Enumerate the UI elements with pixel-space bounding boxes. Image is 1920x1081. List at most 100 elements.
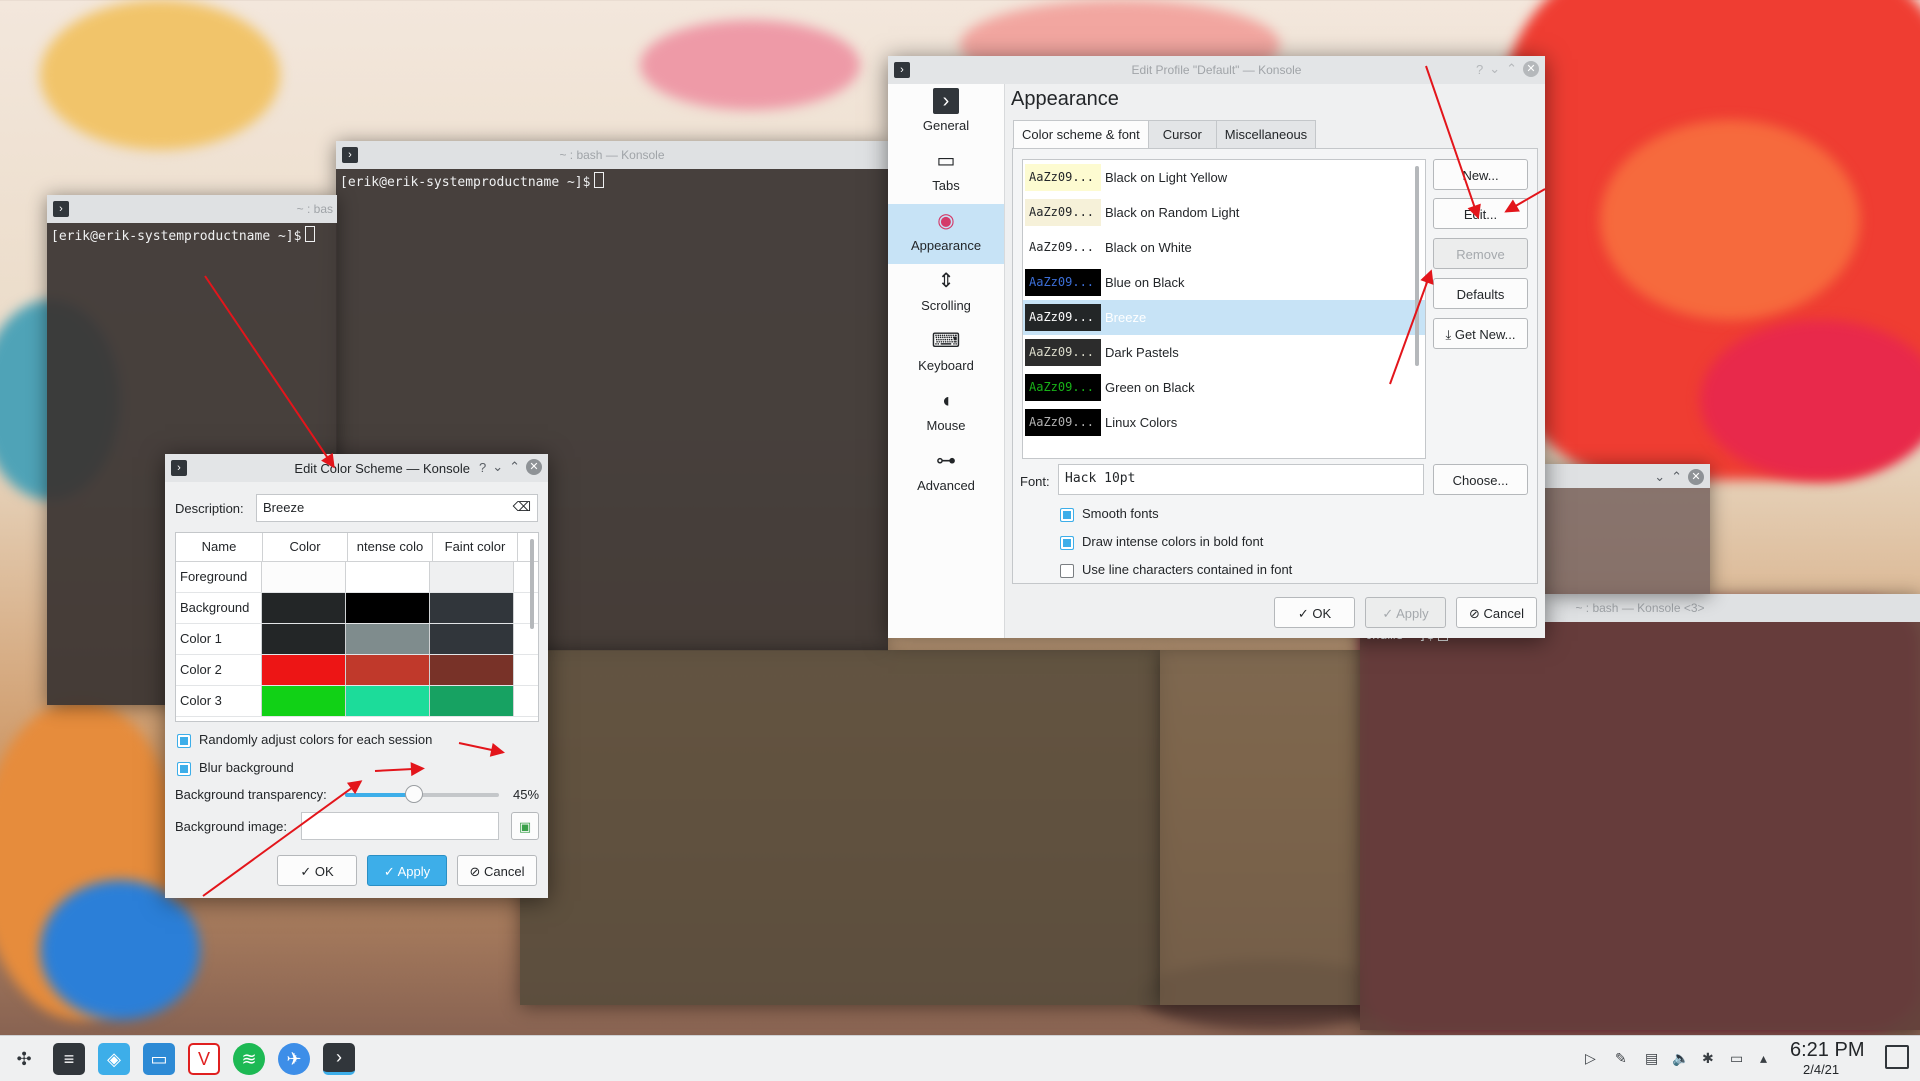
color-table[interactable]: Name Color ntense colo Faint color Foregrou… bbox=[175, 532, 539, 722]
maximize-icon[interactable]: ⌃ bbox=[509, 459, 520, 475]
terminal-output[interactable]: [erik@erik-systemproductname ~]$ bbox=[336, 169, 888, 193]
minimize-icon[interactable]: ⌄ bbox=[1654, 469, 1665, 485]
intense-color-swatch[interactable] bbox=[346, 562, 430, 592]
sidebar-item-keyboard[interactable]: ⌨ Keyboard bbox=[888, 324, 1004, 384]
scheme-list-item[interactable]: AaZz09... Dark Pastels bbox=[1023, 335, 1425, 370]
faint-color-swatch[interactable] bbox=[430, 624, 514, 654]
color-swatch[interactable] bbox=[262, 593, 346, 623]
scheme-list-item[interactable]: AaZz09... Green on Black bbox=[1023, 370, 1425, 405]
network-icon[interactable]: ▭ bbox=[1730, 1050, 1743, 1067]
column-header[interactable]: Name bbox=[176, 533, 263, 561]
browser-icon[interactable]: ✈ bbox=[278, 1043, 310, 1075]
intense-color-swatch[interactable] bbox=[346, 593, 430, 623]
ok-button[interactable]: ✓ OK bbox=[277, 855, 357, 886]
maximize-icon[interactable]: ⌃ bbox=[1506, 61, 1517, 77]
scheme-list-item[interactable]: AaZz09... Breeze bbox=[1023, 300, 1425, 335]
remove-scheme-button[interactable]: Remove bbox=[1433, 238, 1528, 269]
choose-image-button[interactable]: ▣ bbox=[511, 812, 539, 840]
clock-time[interactable]: 6:21 PM bbox=[1790, 1039, 1864, 1062]
close-icon[interactable]: ✕ bbox=[1523, 61, 1539, 77]
background-image-input[interactable] bbox=[301, 812, 499, 840]
minimize-icon[interactable]: ⌄ bbox=[1489, 61, 1500, 77]
color-swatch[interactable] bbox=[262, 686, 346, 716]
vivaldi-icon[interactable]: V bbox=[188, 1043, 220, 1075]
description-input[interactable]: Breeze ⌫ bbox=[256, 494, 538, 522]
table-row[interactable]: Foreground bbox=[176, 562, 538, 593]
column-header[interactable]: Color bbox=[263, 533, 348, 561]
intense-color-swatch[interactable] bbox=[346, 686, 430, 716]
terminal-output[interactable]: [erik@erik-systemproductname ~]$ bbox=[47, 223, 337, 247]
random-colors-checkbox[interactable] bbox=[177, 734, 191, 748]
help-icon[interactable]: ? bbox=[1476, 62, 1483, 77]
tray-expand-icon[interactable]: ▴ bbox=[1760, 1050, 1767, 1067]
sidebar-item-mouse[interactable]: ◖ Mouse bbox=[888, 384, 1004, 444]
dialog-title-bar[interactable]: › Edit Color Scheme — Konsole ? ⌄ ⌃ ✕ bbox=[165, 454, 548, 482]
table-row[interactable]: Color 3 bbox=[176, 686, 538, 717]
ok-button[interactable]: ✓ OK bbox=[1274, 597, 1355, 628]
color-scheme-list[interactable]: AaZz09... Black on Light Yellow AaZz09... B… bbox=[1022, 159, 1426, 459]
close-icon[interactable]: ✕ bbox=[526, 459, 542, 475]
faint-color-swatch[interactable] bbox=[430, 686, 514, 716]
volume-icon[interactable]: 🔈 bbox=[1672, 1050, 1689, 1067]
cancel-button[interactable]: ⊘ Cancel bbox=[457, 855, 537, 886]
get-new-button[interactable]: ⤓ Get New... bbox=[1433, 318, 1528, 349]
konsole-taskbar-icon[interactable]: › bbox=[323, 1043, 355, 1075]
help-icon[interactable]: ? bbox=[479, 460, 486, 475]
choose-font-button[interactable]: Choose... bbox=[1433, 464, 1528, 495]
tab-color-scheme[interactable]: Color scheme & font bbox=[1013, 120, 1149, 149]
scheme-list-item[interactable]: AaZz09... Black on White bbox=[1023, 230, 1425, 265]
title-bar[interactable]: › ~ : bash — Konsole bbox=[336, 141, 888, 169]
intense-color-swatch[interactable] bbox=[346, 655, 430, 685]
new-scheme-button[interactable]: New... bbox=[1433, 159, 1528, 190]
sidebar-item-tabs[interactable]: ▭ Tabs bbox=[888, 144, 1004, 204]
terminal-window-behind[interactable]: ⌄ ⌃ ✕ bbox=[1545, 464, 1710, 594]
terminal-window-right[interactable]: ~ : bash — Konsole <3> tname ~]$ bbox=[1360, 594, 1920, 1030]
sidebar-item-advanced[interactable]: ⊶ Advanced bbox=[888, 444, 1004, 504]
discover-icon[interactable]: ◈ bbox=[98, 1043, 130, 1075]
scheme-list-item[interactable]: AaZz09... Black on Light Yellow bbox=[1023, 160, 1425, 195]
spotify-icon[interactable]: ≋ bbox=[233, 1043, 265, 1075]
sidebar-item-general[interactable]: › General bbox=[888, 84, 1004, 144]
defaults-button[interactable]: Defaults bbox=[1433, 278, 1528, 309]
faint-color-swatch[interactable] bbox=[430, 655, 514, 685]
clipboard-icon[interactable]: ▤ bbox=[1645, 1050, 1658, 1067]
slider-handle[interactable] bbox=[405, 785, 424, 803]
line-chars-checkbox[interactable] bbox=[1060, 564, 1074, 578]
close-icon[interactable]: ✕ bbox=[1688, 469, 1704, 485]
column-header[interactable]: Faint color bbox=[433, 533, 518, 561]
cancel-button[interactable]: ⊘ Cancel bbox=[1456, 597, 1537, 628]
bold-intense-checkbox[interactable] bbox=[1060, 536, 1074, 550]
font-field[interactable]: Hack 10pt bbox=[1058, 464, 1424, 495]
bluetooth-icon[interactable]: ✱ bbox=[1702, 1050, 1714, 1067]
maximize-icon[interactable]: ⌃ bbox=[1671, 469, 1682, 485]
kdeconnect-icon[interactable]: ✎ bbox=[1615, 1050, 1627, 1067]
clock-date[interactable]: 2/4/21 bbox=[1803, 1062, 1839, 1077]
transparency-slider[interactable] bbox=[345, 785, 499, 803]
app-launcher-icon[interactable]: ✣ bbox=[8, 1043, 40, 1075]
media-icon[interactable]: ▷ bbox=[1585, 1050, 1596, 1067]
show-desktop-icon[interactable] bbox=[1885, 1045, 1909, 1069]
blur-background-checkbox[interactable] bbox=[177, 762, 191, 776]
faint-color-swatch[interactable] bbox=[430, 562, 514, 592]
table-row[interactable]: Color 1 bbox=[176, 624, 538, 655]
list-scrollbar[interactable] bbox=[1415, 166, 1419, 366]
scheme-list-item[interactable]: AaZz09... Black on Random Light bbox=[1023, 195, 1425, 230]
clear-text-icon[interactable]: ⌫ bbox=[513, 499, 531, 515]
faint-color-swatch[interactable] bbox=[430, 593, 514, 623]
dialog-title-bar[interactable]: › Edit Profile "Default" — Konsole ? ⌄ ⌃ ✕ bbox=[888, 56, 1545, 84]
file-manager-icon[interactable]: ▭ bbox=[143, 1043, 175, 1075]
table-row[interactable]: Background bbox=[176, 593, 538, 624]
column-header[interactable]: ntense colo bbox=[348, 533, 433, 561]
table-scrollbar[interactable] bbox=[530, 539, 534, 629]
color-swatch[interactable] bbox=[262, 562, 346, 592]
system-settings-icon[interactable]: ≡ bbox=[53, 1043, 85, 1075]
intense-color-swatch[interactable] bbox=[346, 624, 430, 654]
sidebar-item-appearance[interactable]: ◉ Appearance bbox=[888, 204, 1004, 264]
sidebar-item-scrolling[interactable]: ⇕ Scrolling bbox=[888, 264, 1004, 324]
minimize-icon[interactable]: ⌄ bbox=[492, 459, 503, 475]
scheme-list-item[interactable]: AaZz09... Linux Colors bbox=[1023, 405, 1425, 440]
apply-button[interactable]: ✓ Apply bbox=[1365, 597, 1446, 628]
terminal-window-lower[interactable] bbox=[520, 650, 1160, 1005]
color-swatch[interactable] bbox=[262, 655, 346, 685]
terminal-window-lower-2[interactable] bbox=[1160, 650, 1360, 1005]
